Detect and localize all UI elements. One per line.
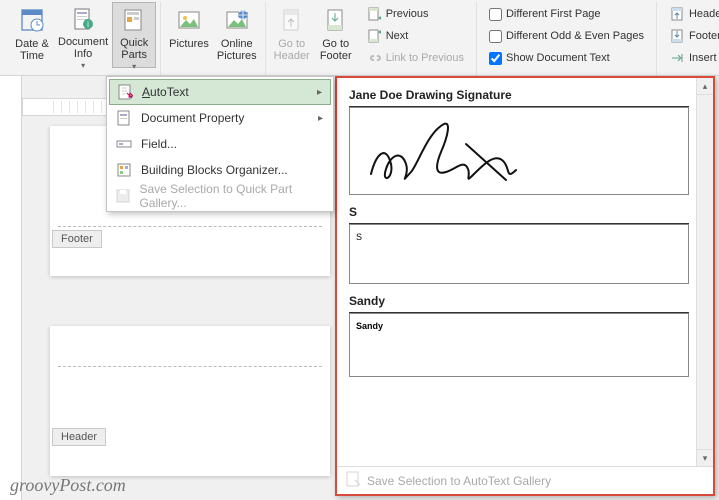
- different-first-page-checkbox[interactable]: Different First Page: [485, 4, 648, 24]
- autotext-gallery-footer: Save Selection to AutoText Gallery: [337, 466, 713, 494]
- header-from-top-label: Header from Top:: [689, 8, 719, 20]
- header-tag: Header: [52, 428, 106, 446]
- svg-text:i: i: [87, 20, 89, 29]
- building-blocks-menu-item[interactable]: Building Blocks Organizer...: [109, 157, 331, 183]
- show-document-text-checkbox[interactable]: Show Document Text: [485, 48, 648, 68]
- quick-parts-menu: AutoText ▸ Document Property ▸ Field... …: [106, 76, 334, 212]
- footer-tag: Footer: [52, 230, 102, 248]
- chevron-right-icon: ▸: [317, 87, 322, 98]
- header-top-icon: [669, 6, 685, 22]
- autotext-entry-preview: S: [349, 224, 689, 284]
- previous-icon: [366, 6, 382, 22]
- goto-footer-icon: [322, 6, 350, 34]
- date-time-label: Date & Time: [15, 38, 49, 62]
- save-icon: [115, 187, 131, 205]
- building-blocks-label: Building Blocks Organizer...: [141, 163, 288, 177]
- autotext-entry-title: Jane Doe Drawing Signature: [349, 88, 689, 102]
- footer-from-bottom-label: Footer from Bottom: [689, 30, 719, 42]
- autotext-entry-preview: [349, 107, 689, 195]
- goto-header-button[interactable]: Go to Header: [270, 2, 314, 68]
- show-document-text-label: Show Document Text: [506, 52, 610, 64]
- previous-button[interactable]: Previous: [362, 4, 468, 24]
- different-first-page-label: Different First Page: [506, 8, 601, 20]
- header-from-top-field[interactable]: Header from Top:: [665, 4, 719, 24]
- link-previous-button[interactable]: Link to Previous: [362, 48, 468, 68]
- autotext-entry-sandy[interactable]: Sandy Sandy: [349, 294, 689, 377]
- autotext-gallery: Jane Doe Drawing Signature S S Sandy San…: [335, 76, 715, 496]
- different-odd-even-checkbox[interactable]: Different Odd & Even Pages: [485, 26, 648, 46]
- chevron-down-icon: ▾: [132, 63, 136, 72]
- different-odd-even-label: Different Odd & Even Pages: [506, 30, 644, 42]
- field-menu-item[interactable]: Field...: [109, 131, 331, 157]
- ribbon-group-illustrations: Pictures Online Pictures: [161, 2, 266, 75]
- scrollbar[interactable]: ▴ ▾: [696, 78, 713, 466]
- online-pictures-icon: [223, 6, 251, 34]
- insert-alignment-tab-label: Insert Alignment Tab: [689, 52, 719, 64]
- footer-from-bottom-field[interactable]: Footer from Bottom: [665, 26, 719, 46]
- document-property-label: Document Property: [141, 111, 244, 125]
- previous-label: Previous: [386, 8, 429, 20]
- goto-header-label: Go to Header: [274, 38, 310, 62]
- insert-alignment-tab-button[interactable]: Insert Alignment Tab: [665, 48, 719, 68]
- autotext-entry-title: S: [349, 205, 689, 219]
- chevron-right-icon: ▸: [318, 113, 323, 124]
- autotext-label: AutoText: [142, 85, 189, 99]
- signature-drawing-icon: [356, 114, 576, 192]
- vertical-ruler[interactable]: [0, 76, 22, 500]
- save-selection-menu-item: Save Selection to Quick Part Gallery...: [109, 183, 331, 209]
- page-2[interactable]: [50, 326, 330, 476]
- nav-small-col: Previous Next Link to Previous: [358, 2, 472, 70]
- link-icon: [366, 50, 382, 66]
- autotext-entry-preview: Sandy: [349, 313, 689, 377]
- goto-footer-label: Go to Footer: [320, 38, 352, 62]
- quick-parts-button[interactable]: Quick Parts ▾: [112, 2, 156, 68]
- quick-parts-label: Quick Parts: [120, 37, 148, 61]
- online-pictures-label: Online Pictures: [217, 38, 257, 62]
- quick-parts-icon: [120, 7, 148, 33]
- save-selection-icon: [345, 471, 361, 490]
- ribbon: Date & Time i Document Info ▾ Quick Part…: [0, 0, 719, 76]
- document-info-button[interactable]: i Document Info ▾: [54, 2, 112, 68]
- scroll-up-icon[interactable]: ▴: [697, 78, 713, 95]
- calendar-clock-icon: [18, 6, 46, 34]
- next-icon: [366, 28, 382, 44]
- autotext-entry-s[interactable]: S S: [349, 205, 689, 284]
- autotext-icon: [116, 83, 134, 101]
- autotext-entry-content: Sandy: [356, 321, 383, 331]
- document-info-icon: i: [69, 6, 97, 32]
- pictures-icon: [175, 6, 203, 34]
- ribbon-group-navigation: Go to Header Go to Footer Previous Next: [266, 2, 477, 75]
- document-info-label: Document Info: [58, 36, 108, 60]
- autotext-entry-signature[interactable]: Jane Doe Drawing Signature: [349, 88, 689, 195]
- autotext-entry-title: Sandy: [349, 294, 689, 308]
- next-label: Next: [386, 30, 409, 42]
- ribbon-group-position: Header from Top: Footer from Bottom Inse…: [657, 2, 719, 75]
- document-property-menu-item[interactable]: Document Property ▸: [109, 105, 331, 131]
- scroll-down-icon[interactable]: ▾: [697, 449, 713, 466]
- pictures-button[interactable]: Pictures: [165, 2, 213, 68]
- goto-footer-button[interactable]: Go to Footer: [314, 2, 358, 68]
- save-selection-label: Save Selection to Quick Part Gallery...: [139, 182, 325, 210]
- online-pictures-button[interactable]: Online Pictures: [213, 2, 261, 68]
- tab-icon: [669, 50, 685, 66]
- autotext-gallery-body: Jane Doe Drawing Signature S S Sandy San…: [337, 78, 713, 466]
- footer-bottom-icon: [669, 28, 685, 44]
- field-label: Field...: [141, 137, 177, 151]
- pictures-label: Pictures: [169, 38, 209, 50]
- link-previous-label: Link to Previous: [386, 52, 464, 64]
- building-blocks-icon: [115, 161, 133, 179]
- next-button[interactable]: Next: [362, 26, 468, 46]
- ribbon-group-options: Different First Page Different Odd & Eve…: [477, 2, 657, 75]
- goto-header-icon: [278, 6, 306, 34]
- autotext-entry-content: S: [356, 232, 362, 242]
- save-to-autotext-label: Save Selection to AutoText Gallery: [367, 474, 551, 488]
- ribbon-group-text: Date & Time i Document Info ▾ Quick Part…: [6, 2, 161, 75]
- document-property-icon: [115, 109, 133, 127]
- date-time-button[interactable]: Date & Time: [10, 2, 54, 68]
- field-icon: [115, 135, 133, 153]
- chevron-down-icon: ▾: [81, 62, 85, 71]
- autotext-menu-item[interactable]: AutoText ▸: [109, 79, 331, 105]
- watermark: groovyPost.com: [10, 475, 126, 496]
